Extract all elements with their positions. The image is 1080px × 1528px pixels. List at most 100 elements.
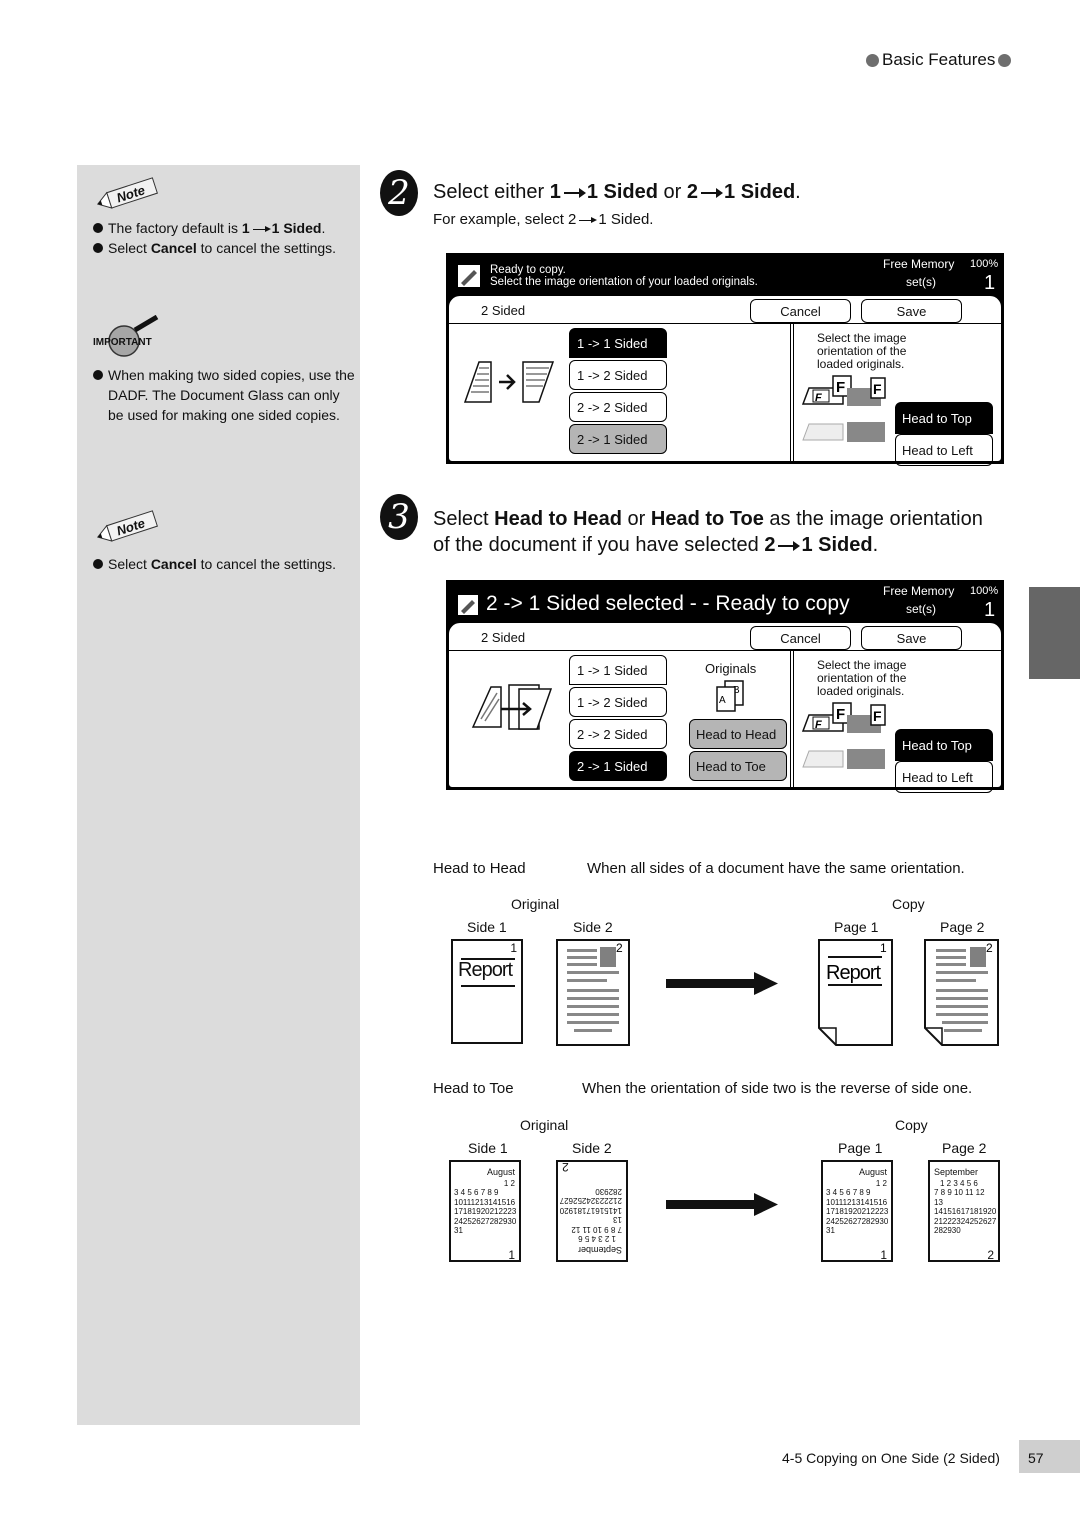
duplex-to-simplex-icon xyxy=(471,684,553,730)
divider xyxy=(790,324,794,461)
head-to-left-button[interactable]: Head to Left xyxy=(895,761,993,793)
status-line1: Ready to copy. xyxy=(490,264,566,276)
option-1-to-1-sided[interactable]: 1 -> 1 Sided xyxy=(569,655,667,685)
copier-panel-step2: Ready to copy. Select the image orientat… xyxy=(446,253,1004,466)
svg-text:F: F xyxy=(836,706,845,723)
head-to-top-button[interactable]: Head to Top xyxy=(895,729,993,761)
original-label: Original xyxy=(520,1117,569,1133)
copier-status-icon xyxy=(458,595,478,615)
page1-label: Page 1 xyxy=(834,919,879,935)
calendar-august-page1: August 1 2 3 4 5 6 7 8 9 10111213141516 … xyxy=(821,1160,893,1262)
sets-value: 1 xyxy=(984,272,996,294)
copy-label: Copy xyxy=(895,1117,928,1133)
footer-section-title: 4-5 Copying on One Side (2 Sided) xyxy=(782,1450,1000,1466)
right-arrow-icon xyxy=(666,1193,778,1216)
mode-label: 2 Sided xyxy=(481,630,526,645)
step2-title: Select either 11 Sided or 21 Sided. xyxy=(433,181,801,203)
right-arrow-icon xyxy=(666,972,778,995)
step-number-badge: 2 xyxy=(380,170,418,216)
orientation-illustration-icon: F F F xyxy=(801,375,886,442)
report-copy-page1: 1 Report xyxy=(818,939,893,1046)
save-button[interactable]: Save xyxy=(861,626,962,650)
section-header: Basic Features xyxy=(866,50,1012,70)
original-label: Original xyxy=(511,896,560,912)
two-sided-originals-icon: B A xyxy=(716,680,744,712)
page2-label: Page 2 xyxy=(940,919,985,935)
bullet-icon xyxy=(998,53,1012,67)
option-1-to-2-sided[interactable]: 1 -> 2 Sided xyxy=(569,687,667,717)
cancel-button[interactable]: Cancel xyxy=(750,626,851,650)
side2-label: Side 2 xyxy=(573,919,613,935)
head-to-toe-button[interactable]: Head to Toe xyxy=(689,751,787,781)
save-button[interactable]: Save xyxy=(861,299,962,323)
arrow-icon xyxy=(252,225,271,232)
side1-label: Side 1 xyxy=(467,919,507,935)
svg-text:F: F xyxy=(815,392,822,404)
free-memory-label: Free Memory xyxy=(883,584,955,598)
note-pencil-icon: Note xyxy=(96,177,158,209)
status-bar: Ready to copy. Select the image orientat… xyxy=(448,255,1002,295)
option-1-to-1-sided[interactable]: 1 -> 1 Sided xyxy=(569,328,667,358)
option-2-to-1-sided[interactable]: 2 -> 1 Sided xyxy=(569,424,667,454)
svg-text:2: 2 xyxy=(986,941,993,955)
calendar-august-side1: August 1 2 3 4 5 6 7 8 9 10111213141516 … xyxy=(449,1160,521,1262)
head-to-toe-desc: When the orientation of side two is the … xyxy=(582,1080,973,1097)
step-number-badge: 3 xyxy=(380,494,418,540)
chapter-thumb-tab xyxy=(1029,587,1080,679)
step2-subtitle: For example, select 21 Sided. xyxy=(433,211,654,228)
cancel-button[interactable]: Cancel xyxy=(750,299,851,323)
calendar-september-page2: September 1 2 3 4 5 6 7 8 9 10 11 12 13 … xyxy=(928,1160,1000,1262)
head-to-toe-term: Head to Toe xyxy=(433,1080,514,1097)
svg-text:1: 1 xyxy=(880,941,887,955)
svg-text:F: F xyxy=(836,379,845,396)
divider xyxy=(790,651,794,787)
status-title: 2 -> 1 Sided selected - - Ready to copy xyxy=(486,592,850,615)
status-line2: Select the image orientation of your loa… xyxy=(490,276,758,288)
head-to-left-button[interactable]: Head to Left xyxy=(895,434,993,466)
sets-value: 1 xyxy=(984,599,996,621)
svg-text:IMPORTANT: IMPORTANT xyxy=(93,337,152,348)
text-page-side2: 2 xyxy=(556,939,630,1046)
svg-text:2: 2 xyxy=(616,941,623,955)
head-to-head-term: Head to Head xyxy=(433,860,526,877)
free-memory-label: Free Memory xyxy=(883,257,955,271)
note-pencil-icon: Note xyxy=(96,510,158,542)
note-item: Select Cancel to cancel the settings. xyxy=(93,554,355,574)
head-to-head-desc: When all sides of a document have the sa… xyxy=(587,860,965,877)
svg-text:F: F xyxy=(873,708,882,724)
svg-text:A: A xyxy=(719,695,726,706)
option-1-to-2-sided[interactable]: 1 -> 2 Sided xyxy=(569,360,667,390)
page1-label: Page 1 xyxy=(838,1140,883,1156)
status-bar: 2 -> 1 Sided selected - - Ready to copy … xyxy=(448,582,1002,622)
bullet-icon xyxy=(866,53,879,67)
report-cover-page: 1 Report xyxy=(451,939,523,1044)
step3-title: Select Head to Head or Head to Toe as th… xyxy=(433,508,983,556)
orientation-illustration-icon: F F F xyxy=(801,702,886,769)
free-memory-value: 100% xyxy=(970,585,999,597)
option-2-to-1-sided[interactable]: 2 -> 1 Sided xyxy=(569,751,667,781)
important-item: When making two sided copies, use the DA… xyxy=(93,365,355,425)
duplex-to-simplex-icon xyxy=(463,361,555,403)
calendar-september-side2-inverted: September 1 2 3 4 5 6 7 8 9 10 11 12 13 … xyxy=(556,1160,628,1262)
text-copy-page2: 2 xyxy=(924,939,999,1046)
head-to-top-button[interactable]: Head to Top xyxy=(895,402,993,434)
sidebar-notes: Note The factory default is 11 Sided. Se… xyxy=(77,165,360,1425)
free-memory-value: 100% xyxy=(970,258,999,270)
note-item: Select Cancel to cancel the settings. xyxy=(93,238,355,258)
side1-label: Side 1 xyxy=(468,1140,508,1156)
side2-label: Side 2 xyxy=(572,1140,612,1156)
note-item: The factory default is 11 Sided. xyxy=(93,218,355,238)
head-to-head-button[interactable]: Head to Head xyxy=(689,719,787,749)
instruction-text: Select the image orientation of the loaded… xyxy=(817,331,907,371)
originals-label: Originals xyxy=(705,661,757,676)
option-2-to-2-sided[interactable]: 2 -> 2 Sided xyxy=(569,392,667,422)
page2-label: Page 2 xyxy=(942,1140,987,1156)
option-2-to-2-sided[interactable]: 2 -> 2 Sided xyxy=(569,719,667,749)
bullet-icon xyxy=(93,223,103,233)
copy-label: Copy xyxy=(892,896,925,912)
svg-text:F: F xyxy=(873,381,882,397)
svg-text:Report: Report xyxy=(826,962,881,984)
important-magnifier-icon: IMPORTANT xyxy=(93,315,159,357)
copier-status-icon xyxy=(458,265,480,287)
instruction-text: Select the image orientation of the loaded… xyxy=(817,658,907,698)
